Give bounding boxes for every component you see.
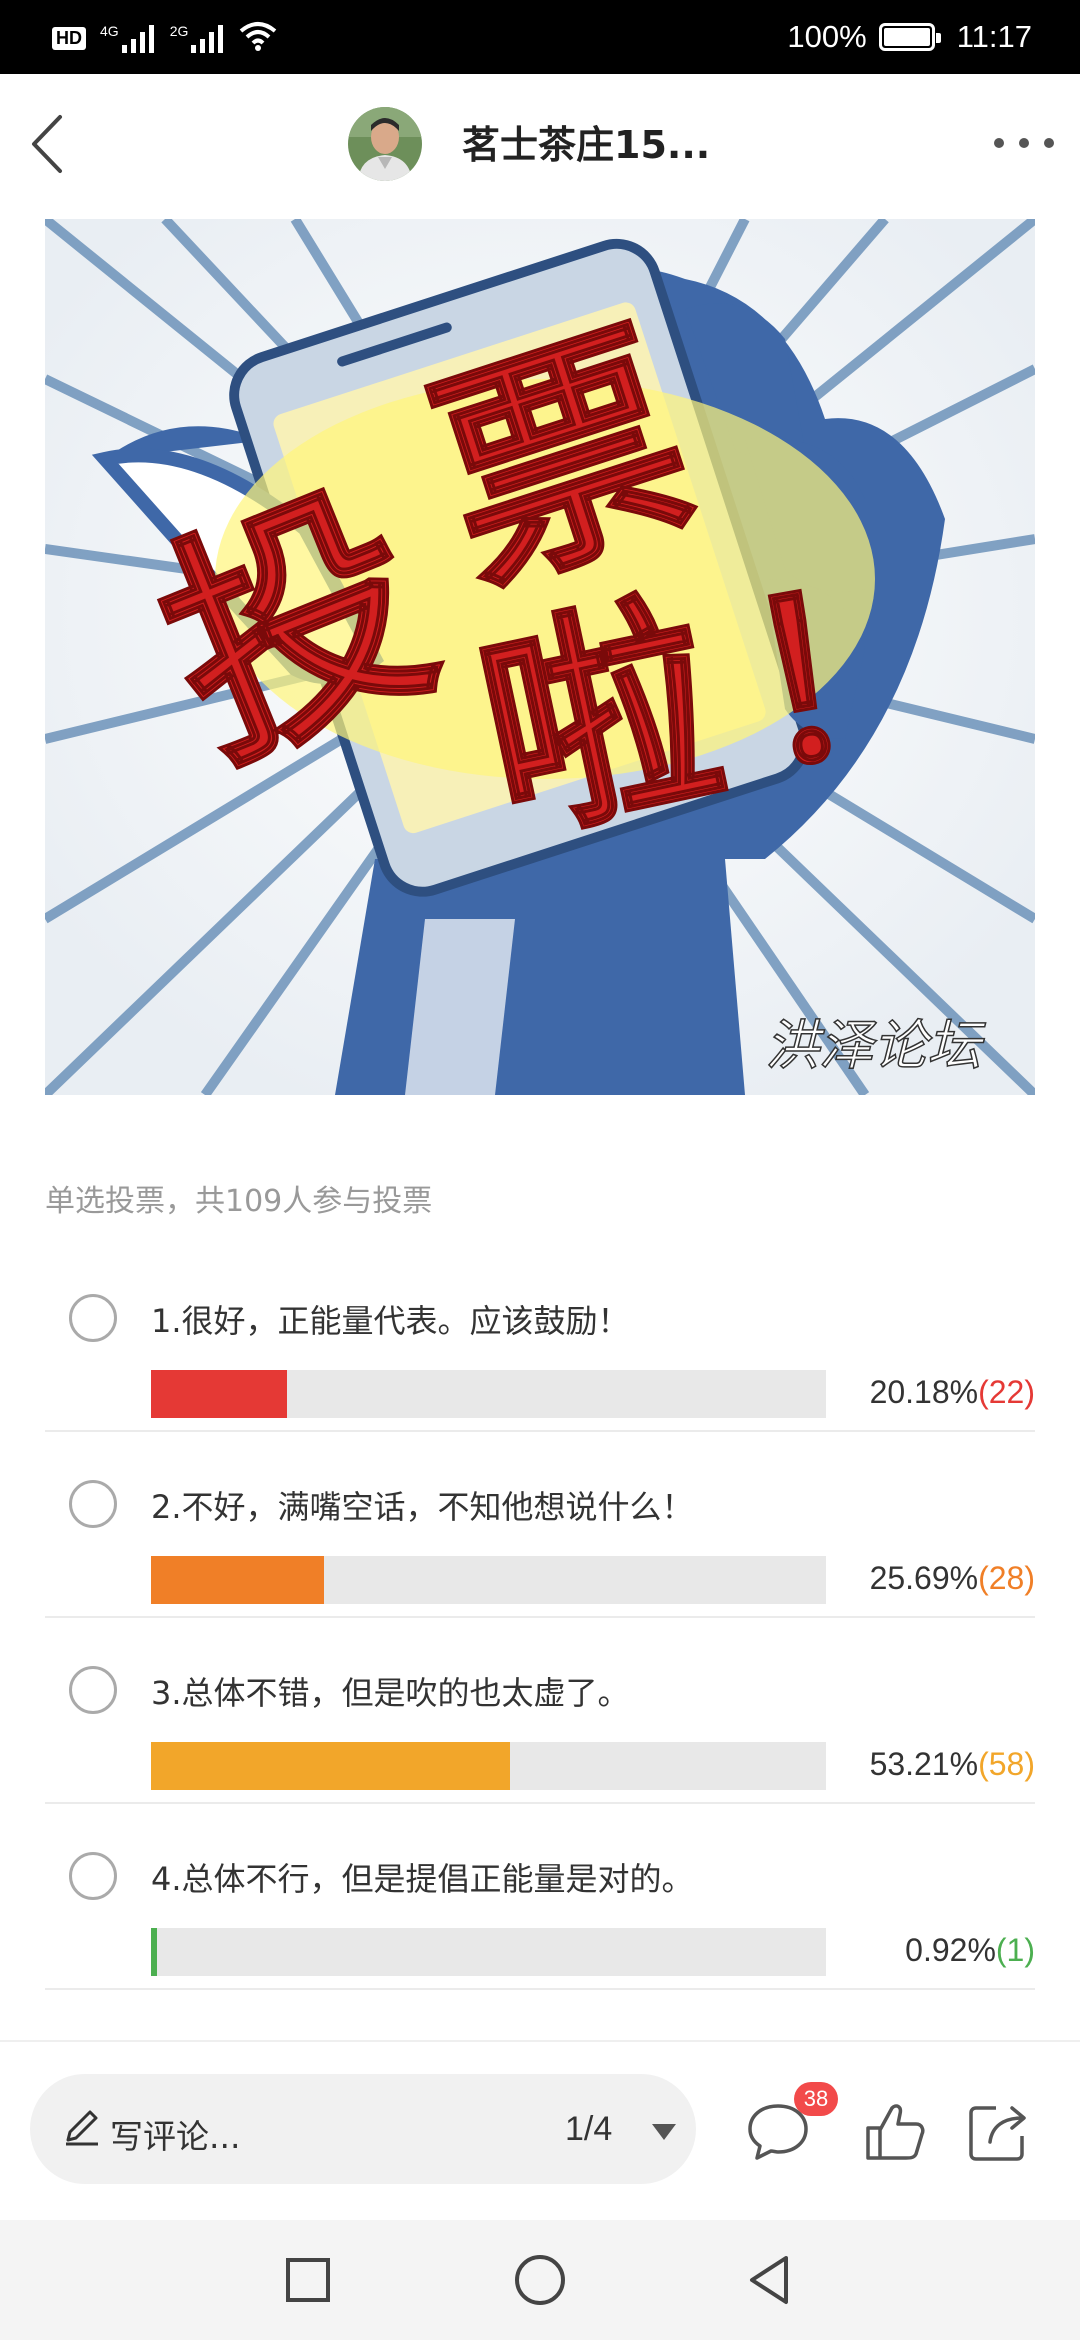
status-bar: HD 4G 2G 100% 11:17 xyxy=(0,0,1080,74)
share-icon xyxy=(969,2106,1026,2161)
dot xyxy=(1044,138,1054,148)
radio-button[interactable] xyxy=(69,1480,117,1528)
option-percent: 0.92% xyxy=(905,1932,996,1968)
avatar-image xyxy=(348,107,422,181)
square-icon xyxy=(286,2258,330,2302)
like-button[interactable] xyxy=(862,2098,928,2164)
result-bar-track xyxy=(151,1370,826,1418)
comment-input[interactable]: 写评论... 1/4 xyxy=(30,2074,696,2184)
circle-icon xyxy=(515,2255,565,2305)
thumbs-up-icon xyxy=(866,2104,925,2160)
result-bar-track xyxy=(151,1556,826,1604)
option-label: 2.不好，满嘴空话，不知他想说什么！ xyxy=(151,1488,694,1526)
result-bar-fill xyxy=(151,1556,324,1604)
option-result: 53.21%(58) xyxy=(870,1746,1035,1783)
bottom-action-bar: 写评论... 1/4 38 xyxy=(0,2040,1080,2220)
page-indicator[interactable]: 1/4 xyxy=(565,2110,612,2149)
status-left: HD 4G 2G xyxy=(52,18,277,58)
pen-icon xyxy=(66,2110,98,2146)
result-bar-track xyxy=(151,1742,826,1790)
home-button[interactable] xyxy=(510,2250,570,2310)
share-button[interactable] xyxy=(966,2098,1032,2164)
option-count: (22) xyxy=(978,1374,1035,1410)
result-bar-track xyxy=(151,1928,826,1976)
top-header: 茗士茶庄15... xyxy=(0,74,1080,214)
option-result: 20.18%(22) xyxy=(870,1374,1035,1411)
poll-option[interactable]: 1.很好，正能量代表。应该鼓励！ 20.18%(22) xyxy=(45,1246,1035,1432)
radio-button[interactable] xyxy=(69,1294,117,1342)
poll-options: 1.很好，正能量代表。应该鼓励！ 20.18%(22) 2.不好，满嘴空话，不知… xyxy=(45,1246,1035,1990)
result-bar-fill xyxy=(151,1370,287,1418)
triangle-back-icon xyxy=(750,2256,788,2304)
result-bar-fill xyxy=(151,1742,510,1790)
poll-option[interactable]: 2.不好，满嘴空话，不知他想说什么！ 25.69%(28) xyxy=(45,1432,1035,1618)
signal-2g-icon: 2G xyxy=(170,23,226,53)
radio-button[interactable] xyxy=(69,1666,117,1714)
clock: 11:17 xyxy=(956,19,1032,54)
vote-summary: 单选投票，共109人参与投票 xyxy=(45,1184,433,1219)
option-label: 1.很好，正能量代表。应该鼓励！ xyxy=(151,1302,630,1340)
page-title[interactable]: 茗士茶庄15... xyxy=(462,114,710,169)
poll-option[interactable]: 4.总体不行，但是提倡正能量是对的。 0.92%(1) xyxy=(45,1804,1035,1990)
option-percent: 53.21% xyxy=(869,1746,979,1782)
radio-button[interactable] xyxy=(69,1852,117,1900)
option-result: 25.69%(28) xyxy=(870,1560,1035,1597)
dot xyxy=(994,138,1004,148)
banner-illustration: 投 票 啦 ！ 洪泽论坛 xyxy=(45,219,1035,1095)
option-result: 0.92%(1) xyxy=(905,1932,1035,1969)
result-bar-fill xyxy=(151,1928,157,1976)
battery-percent: 100% xyxy=(787,19,867,54)
option-percent: 20.18% xyxy=(869,1374,979,1410)
vote-banner-image: 投 票 啦 ！ 洪泽论坛 xyxy=(45,219,1035,1095)
option-count: (1) xyxy=(995,1932,1035,1968)
system-nav-bar xyxy=(0,2220,1080,2340)
option-label: 4.总体不行，但是提倡正能量是对的。 xyxy=(151,1860,694,1898)
watermark: 洪泽论坛 xyxy=(765,1014,986,1077)
option-count: (28) xyxy=(978,1560,1035,1596)
status-right: 100% 11:17 xyxy=(787,14,1032,60)
caret-down-icon[interactable] xyxy=(650,2122,678,2142)
comment-count-badge: 38 xyxy=(794,2082,838,2116)
chevron-left-icon xyxy=(32,115,62,173)
poll-option[interactable]: 3.总体不错，但是吹的也太虚了。 53.21%(58) xyxy=(45,1618,1035,1804)
option-count: (58) xyxy=(978,1746,1035,1782)
hd-indicator: HD xyxy=(52,26,86,50)
more-button[interactable] xyxy=(994,128,1054,158)
headline-char-4: ！ xyxy=(724,529,985,819)
comment-placeholder: 写评论... xyxy=(110,2117,241,2156)
back-button[interactable] xyxy=(18,109,78,179)
nav-back-button[interactable] xyxy=(740,2250,800,2310)
avatar[interactable] xyxy=(348,107,422,181)
option-percent: 25.69% xyxy=(869,1560,979,1596)
dot xyxy=(1019,138,1029,148)
battery-icon xyxy=(878,23,941,51)
signal-4g-icon: 4G xyxy=(100,23,156,53)
wifi-icon xyxy=(239,21,277,55)
option-label: 3.总体不错，但是吹的也太虚了。 xyxy=(151,1674,630,1712)
recent-apps-button[interactable] xyxy=(278,2250,338,2310)
